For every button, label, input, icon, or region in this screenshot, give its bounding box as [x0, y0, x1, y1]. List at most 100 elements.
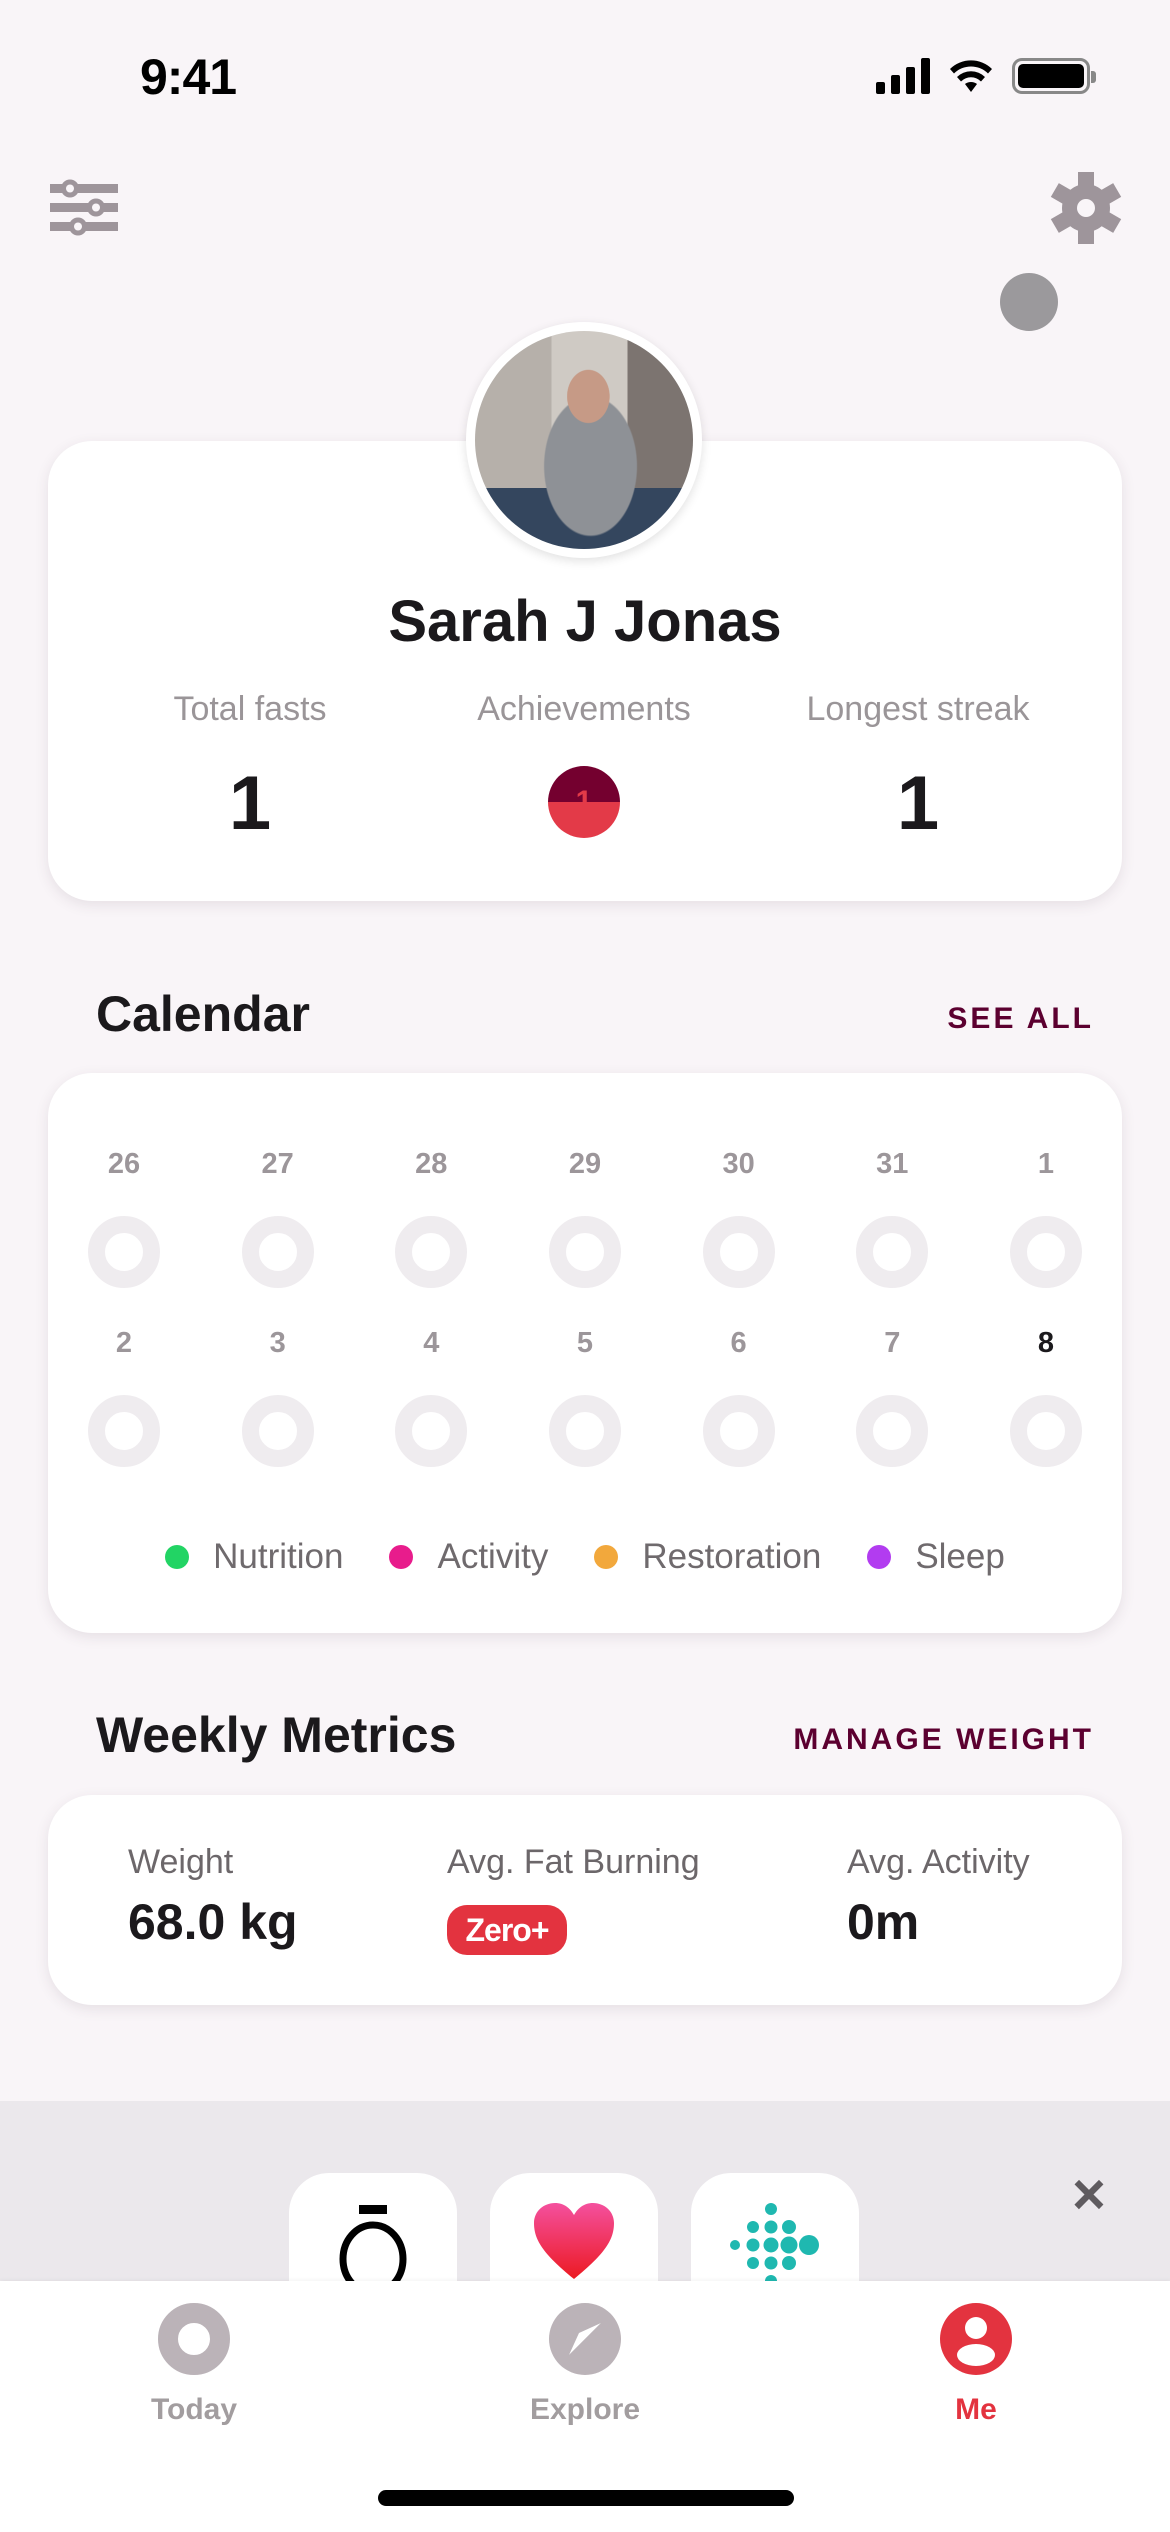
today-ring-icon	[158, 2303, 230, 2375]
day-number: 30	[722, 1148, 755, 1180]
nav-label-explore: Explore	[529, 2393, 641, 2426]
activity-dot-icon	[389, 1545, 414, 1569]
avatar[interactable]	[466, 322, 702, 558]
stat-label-total-fasts: Total fasts	[173, 690, 327, 728]
calendar-day[interactable]: 7	[842, 1327, 942, 1467]
day-number: 7	[884, 1327, 901, 1359]
calendar-day[interactable]: 3	[228, 1327, 328, 1467]
calendar-week-2: 2 3 4 5 6 7 8	[74, 1327, 1096, 1467]
zero-plus-badge: Zero+	[447, 1905, 567, 1955]
day-number: 8	[1037, 1327, 1054, 1359]
day-number: 26	[107, 1148, 141, 1180]
cellular-signal-icon	[876, 58, 930, 94]
legend-restoration: Restoration	[594, 1537, 821, 1577]
day-progress-ring-icon	[856, 1216, 929, 1288]
calendar-day[interactable]: 6	[689, 1327, 789, 1467]
notification-dot[interactable]	[1000, 273, 1058, 331]
calendar-day[interactable]: 26	[74, 1148, 174, 1288]
day-progress-ring-icon	[241, 1216, 314, 1288]
status-time: 9:41	[140, 49, 237, 105]
weight-label: Weight	[128, 1843, 234, 1881]
day-number: 29	[568, 1148, 602, 1180]
calendar-legend: Nutrition Activity Restoration Sleep	[48, 1537, 1122, 1577]
day-progress-ring-icon	[88, 1395, 160, 1467]
weight-value: 68.0 kg	[128, 1894, 298, 1950]
weekly-metrics-title: Weekly Metrics	[96, 1707, 457, 1763]
day-progress-ring-icon	[88, 1216, 160, 1288]
integrations-banner: ×	[0, 2101, 1170, 2283]
activity-value: 0m	[847, 1894, 920, 1950]
calendar-day[interactable]: 2	[74, 1327, 174, 1467]
nav-label-today: Today	[150, 2393, 238, 2426]
legend-label: Sleep	[915, 1537, 1005, 1576]
day-number: 5	[576, 1327, 594, 1359]
legend-nutrition: Nutrition	[165, 1537, 343, 1577]
day-number: 6	[730, 1327, 747, 1359]
profile-icon	[940, 2303, 1012, 2375]
calendar-day[interactable]: 5	[535, 1327, 635, 1467]
day-number: 2	[115, 1327, 133, 1359]
stat-label-longest-streak: Longest streak	[806, 690, 1030, 728]
calendar-day[interactable]: 27	[228, 1148, 328, 1288]
day-number: 28	[415, 1148, 448, 1180]
compass-icon	[549, 2303, 621, 2375]
day-number: 3	[269, 1327, 286, 1359]
day-progress-ring-icon	[395, 1216, 468, 1288]
day-number: 31	[876, 1148, 909, 1180]
see-all-link[interactable]: SEE ALL	[947, 1002, 1094, 1036]
day-number: 27	[261, 1148, 294, 1180]
day-progress-ring-icon	[241, 1395, 314, 1467]
day-progress-ring-icon	[702, 1395, 775, 1467]
apple-health-icon	[534, 2203, 614, 2279]
profile-name: Sarah J Jonas	[388, 589, 782, 654]
legend-label: Restoration	[642, 1537, 822, 1576]
nutrition-dot-icon	[165, 1545, 190, 1569]
fitbit-icon	[730, 2203, 819, 2283]
nav-explore[interactable]: Explore	[485, 2303, 685, 2427]
calendar-day[interactable]: 31	[842, 1148, 942, 1288]
day-progress-ring-icon	[395, 1395, 468, 1467]
manage-weight-link[interactable]: MANAGE WEIGHT	[793, 1723, 1094, 1757]
nav-label-me: Me	[955, 2393, 997, 2426]
day-progress-ring-icon	[702, 1216, 775, 1288]
day-progress-ring-icon	[856, 1395, 929, 1467]
calendar-day[interactable]: 29	[535, 1148, 635, 1288]
calendar-day[interactable]: 1	[996, 1148, 1096, 1288]
status-icons	[876, 58, 1096, 94]
avatar-photo	[475, 331, 693, 549]
day-progress-ring-icon	[1009, 1395, 1082, 1467]
calendar-week-1: 26 27 28 29 30 31 1	[74, 1148, 1096, 1288]
legend-label: Activity	[437, 1537, 549, 1576]
day-progress-ring-icon	[1009, 1216, 1082, 1288]
sleep-dot-icon	[867, 1545, 892, 1569]
apple-health-integration-tile[interactable]	[490, 2173, 658, 2283]
day-progress-ring-icon	[548, 1216, 621, 1288]
legend-label: Nutrition	[213, 1537, 344, 1576]
calendar-day[interactable]: 30	[689, 1148, 789, 1288]
home-indicator	[378, 2490, 794, 2506]
sliders-icon[interactable]	[50, 174, 118, 240]
gear-icon[interactable]	[1050, 172, 1122, 244]
fitbit-integration-tile[interactable]	[691, 2173, 859, 2283]
achievement-badge[interactable]: 1	[548, 766, 620, 838]
calendar-title: Calendar	[96, 986, 310, 1042]
oura-integration-tile[interactable]	[289, 2173, 457, 2283]
stat-label-achievements: Achievements	[477, 690, 691, 728]
achievement-count: 1	[575, 785, 593, 818]
nav-today[interactable]: Today	[94, 2303, 294, 2427]
close-banner-button[interactable]: ×	[1072, 2166, 1106, 2224]
wifi-icon	[950, 60, 992, 92]
oura-icon	[339, 2205, 407, 2283]
legend-activity: Activity	[389, 1537, 548, 1577]
stat-value-total-fasts[interactable]: 1	[85, 760, 415, 847]
battery-icon	[1012, 58, 1096, 94]
day-number: 1	[1037, 1148, 1054, 1180]
calendar-day[interactable]: 28	[381, 1148, 481, 1288]
restoration-dot-icon	[594, 1545, 619, 1569]
nav-me[interactable]: Me	[876, 2303, 1076, 2427]
day-progress-ring-icon	[548, 1395, 621, 1467]
stat-value-longest-streak[interactable]: 1	[753, 760, 1083, 847]
calendar-day[interactable]: 8	[996, 1327, 1096, 1467]
calendar-day[interactable]: 4	[381, 1327, 481, 1467]
activity-label: Avg. Activity	[847, 1843, 1030, 1881]
